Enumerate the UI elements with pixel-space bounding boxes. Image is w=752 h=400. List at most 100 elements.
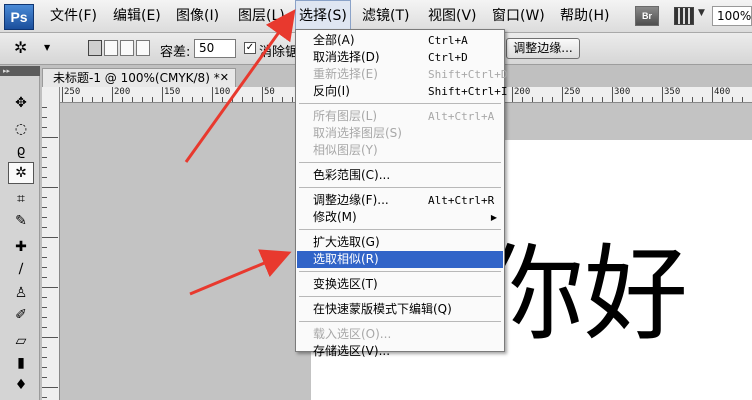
ruler-minor-tick [722, 97, 723, 102]
ruler-major-tick [562, 87, 563, 102]
crop-icon[interactable]: ⌗ [8, 188, 34, 210]
ruler-minor-tick [292, 97, 293, 102]
chevron-down-icon[interactable]: ▼ [44, 43, 50, 52]
marquee-icon[interactable]: ◌ [8, 118, 34, 140]
menu-item-shortcut: Alt+Ctrl+R [428, 194, 495, 207]
magic-wand-preset-icon[interactable]: ✲ [14, 38, 27, 57]
eyedropper-icon[interactable]: ✎ [8, 210, 34, 232]
menu-item[interactable]: 存储选区(V)... [297, 343, 503, 360]
ruler-major-tick [212, 87, 213, 102]
menu-separator [299, 162, 501, 163]
menu-item[interactable]: 色彩范围(C)... [297, 167, 503, 184]
refine-edge-button[interactable]: 调整边缘... [506, 38, 580, 59]
menu-item[interactable]: 反向(I) Shift+Ctrl+I [297, 83, 507, 100]
menu-item[interactable]: 编辑(E) [113, 0, 161, 33]
new-selection-button[interactable] [88, 40, 102, 56]
menu-item[interactable]: 载入选区(O)... [297, 326, 503, 343]
ruler-minor-tick [92, 97, 93, 102]
move-icon[interactable]: ✥ [8, 92, 34, 114]
ruler-minor-tick [72, 97, 73, 102]
brush-icon[interactable]: ∕ [8, 258, 34, 280]
menu-item[interactable]: 变换选区(T) [297, 276, 503, 293]
add-to-selection-button[interactable] [104, 40, 118, 56]
ruler-tick [42, 217, 47, 218]
menu-item[interactable]: 取消选择(D) Ctrl+D [297, 49, 503, 66]
ruler-tick [42, 137, 58, 138]
ruler-tick [42, 127, 47, 128]
menu-item[interactable]: 扩大选取(G) [297, 234, 503, 251]
close-icon[interactable]: ✕ [220, 69, 229, 87]
subtract-selection-button[interactable] [120, 40, 134, 56]
menu-item-label: 色彩范围(C)... [313, 168, 391, 182]
ruler-label: 200 [514, 87, 531, 97]
ruler-minor-tick [132, 97, 133, 102]
screen-mode-icon[interactable] [674, 7, 694, 25]
ruler-tick [42, 307, 47, 308]
photoshop-logo: Ps [4, 4, 34, 30]
menu-item[interactable]: 调整边缘(F)... Alt+Ctrl+R [297, 192, 503, 209]
menu-separator [299, 187, 501, 188]
ruler-minor-tick [532, 97, 533, 102]
menu-item[interactable]: 帮助(H) [560, 0, 609, 33]
antialias-label: 消除锯 [259, 45, 299, 60]
bridge-button[interactable]: Br [635, 6, 659, 26]
ruler-minor-tick [102, 97, 103, 102]
menu-item[interactable]: 图像(I) [176, 0, 219, 33]
menu-item-label: 存储选区(V)... [313, 344, 391, 358]
clone-stamp-icon[interactable]: ♙ [8, 282, 34, 304]
menu-item-label: 载入选区(O)... [313, 327, 392, 341]
ruler-major-tick [512, 87, 513, 102]
antialias-checkbox[interactable]: ✓ [244, 42, 256, 54]
ruler-minor-tick [632, 97, 633, 102]
menu-item[interactable]: 选取相似(R) [297, 251, 503, 268]
history-brush-icon[interactable]: ✐ [8, 304, 34, 326]
toolbox-grip[interactable]: ▸▸ [0, 66, 40, 76]
ruler-tick [42, 247, 47, 248]
menu-item[interactable]: 在快速蒙版模式下编辑(Q) [297, 301, 503, 318]
blur-icon[interactable]: ♦ [8, 374, 34, 396]
menu-item[interactable]: 文件(F) [50, 0, 97, 33]
menu-item-label: 重新选择(E) [313, 67, 378, 81]
menu-item-label: 变换选区(T) [313, 277, 378, 291]
menu-item[interactable]: 修改(M) ▶ [297, 209, 503, 226]
intersect-selection-button[interactable] [136, 40, 150, 56]
submenu-arrow-icon: ▶ [490, 213, 497, 222]
ruler-minor-tick [572, 97, 573, 102]
eraser-icon[interactable]: ▱ [8, 330, 34, 352]
ruler-minor-tick [142, 97, 143, 102]
menu-item[interactable]: 重新选择(E) Shift+Ctrl+D [297, 66, 507, 83]
magic-wand-icon[interactable]: ✲ [8, 162, 34, 184]
gradient-icon[interactable]: ▮ [8, 352, 34, 374]
ruler-label: 250 [564, 87, 581, 97]
ruler-major-tick [612, 87, 613, 102]
menu-item[interactable]: 图层(L) [238, 0, 285, 33]
ruler-minor-tick [542, 97, 543, 102]
menu-item[interactable]: 所有图层(L) Alt+Ctrl+A [297, 108, 503, 125]
tolerance-input[interactable]: 50 [194, 39, 236, 58]
ruler-label: 200 [114, 87, 131, 97]
ruler-tick [42, 177, 47, 178]
zoom-level-field[interactable]: 100% [712, 6, 752, 26]
menu-item-label: 在快速蒙版模式下编辑(Q) [313, 302, 452, 316]
ruler-minor-tick [622, 97, 623, 102]
ruler-major-tick [162, 87, 163, 102]
ruler-tick [42, 197, 47, 198]
ruler-tick [42, 317, 47, 318]
toolbox: ▸▸ ✥ ◌ ϱ ✲ ⌗ ✎ ✚ ∕ ♙ ✐ ▱ ▮ ♦ [0, 66, 40, 400]
ruler-major-tick [62, 87, 63, 102]
menu-item-shortcut: Shift+Ctrl+I [428, 85, 508, 98]
chevron-down-icon[interactable]: ▼ [698, 8, 705, 18]
menu-item[interactable]: 全部(A) Ctrl+A [297, 32, 503, 49]
document-tab[interactable]: 未标题-1 @ 100%(CMYK/8) * ✕ [42, 68, 236, 87]
ruler-minor-tick [82, 97, 83, 102]
menu-item-label: 修改(M) [313, 210, 357, 224]
ruler-tick [42, 207, 47, 208]
lasso-icon[interactable]: ϱ [8, 140, 34, 162]
ruler-tick [42, 187, 58, 188]
ruler-minor-tick [652, 97, 653, 102]
ruler-label: 100 [214, 87, 231, 97]
healing-icon[interactable]: ✚ [8, 236, 34, 258]
menu-item[interactable]: 取消选择图层(S) [297, 125, 503, 142]
menu-item[interactable]: 相似图层(Y) [297, 142, 503, 159]
ruler-minor-tick [522, 97, 523, 102]
